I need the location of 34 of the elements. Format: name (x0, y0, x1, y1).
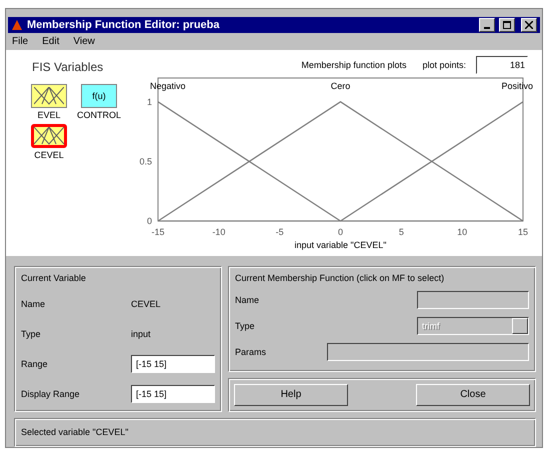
section-title: FIS Variables (31, 60, 104, 74)
field-label: Type (235, 320, 256, 331)
variable-label: CONTROL (76, 110, 121, 120)
curve-label: Cero (330, 80, 350, 91)
x-tick-label: -5 (276, 226, 284, 237)
panel-title: Current Membership Function (click on MF to select) (235, 272, 446, 283)
curve-label: Negativo (150, 80, 186, 91)
y-tick-label: 1 (146, 96, 152, 107)
variable-label: EVEL (37, 110, 60, 120)
plot-points-label: plot points: (422, 60, 466, 70)
window-title: Membership Function Editor: prueba (27, 18, 221, 31)
status-text: Selected variable "CEVEL" (21, 426, 128, 437)
plot-title: Membership function plots (301, 60, 406, 70)
field-value: CEVEL (131, 298, 162, 309)
curve-label: Positivo (501, 80, 533, 91)
field-label: Display Range (21, 388, 81, 399)
y-tick-label: 0 (146, 216, 152, 226)
y-tick-label: 0.5 (139, 156, 152, 166)
x-tick-label: -15 (152, 226, 164, 237)
field-label: Name (21, 298, 46, 309)
variable-label: CEVEL (34, 150, 64, 160)
function-symbol: f(u) (92, 90, 106, 101)
field-label: Params (235, 346, 268, 357)
x-tick-label: 10 (457, 226, 468, 237)
x-axis-label: input variable "CEVEL" (294, 240, 386, 250)
field-label: Range (21, 358, 49, 369)
x-tick-label: 5 (398, 226, 404, 237)
x-tick-label: 15 (518, 226, 528, 237)
field-value: input (131, 328, 152, 339)
panel-title: Current Variable (21, 272, 87, 283)
x-tick-label: -10 (212, 226, 226, 237)
field-label: Name (235, 294, 260, 305)
x-tick-label: 0 (338, 226, 343, 237)
field-label: Type (21, 328, 42, 339)
